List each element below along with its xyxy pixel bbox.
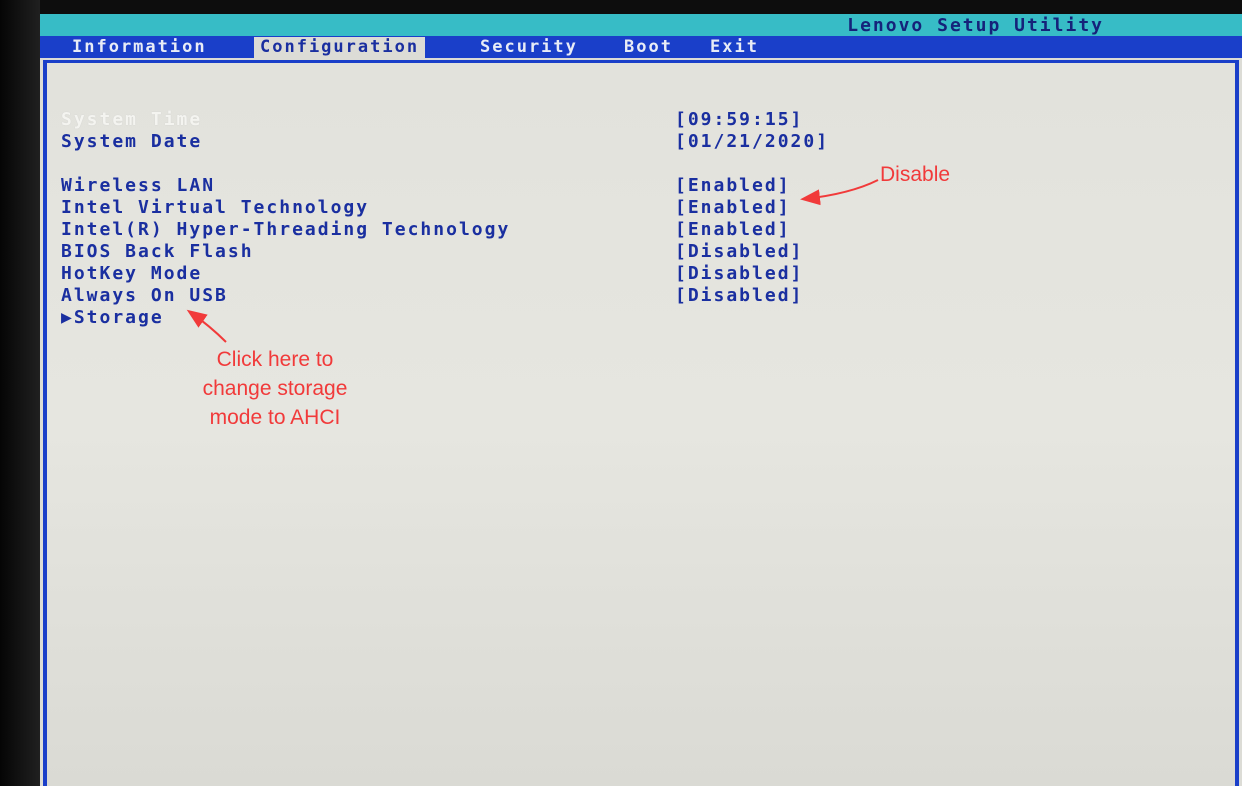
setting-label: BIOS Back Flash <box>61 241 254 262</box>
setting-label: Intel(R) Hyper-Threading Technology <box>61 219 511 240</box>
app-title: Lenovo Setup Utility <box>847 15 1104 36</box>
setting-value[interactable]: [Enabled] <box>675 219 791 241</box>
menu-bar: Information Configuration Security Boot … <box>40 36 1242 58</box>
annotation-line: mode to AHCI <box>209 406 341 429</box>
setting-label: HotKey Mode <box>61 263 203 284</box>
setting-label: Wireless LAN <box>61 175 216 196</box>
tab-configuration[interactable]: Configuration <box>254 37 426 58</box>
title-bar: Lenovo Setup Utility <box>40 14 1242 36</box>
setting-value[interactable]: [Disabled] <box>675 263 803 285</box>
setting-label: Always On USB <box>61 285 228 306</box>
annotation-storage-note: Click here to change storage mode to AHC… <box>180 345 370 432</box>
setting-value[interactable]: [Enabled] <box>675 175 791 197</box>
setting-value[interactable]: [09:59:15] <box>675 109 803 131</box>
submenu-label: ▶Storage <box>61 307 164 328</box>
annotation-disable: Disable <box>880 163 951 186</box>
annotation-line: change storage <box>202 377 348 400</box>
tab-information[interactable]: Information <box>72 37 207 58</box>
setting-value[interactable]: [Disabled] <box>675 285 803 307</box>
setting-value[interactable]: [Enabled] <box>675 197 791 219</box>
annotation-line: Click here to <box>216 348 334 371</box>
setting-label: System Time <box>61 109 203 130</box>
setting-value[interactable]: [Disabled] <box>675 241 803 263</box>
setting-value[interactable]: [01/21/2020] <box>675 131 829 153</box>
setting-label: System Date <box>61 131 203 152</box>
tab-exit[interactable]: Exit <box>710 37 759 58</box>
monitor-bezel-top <box>0 0 1242 14</box>
tab-boot[interactable]: Boot <box>624 37 673 58</box>
monitor-bezel-left <box>0 0 40 786</box>
tab-security[interactable]: Security <box>480 37 578 58</box>
setting-label: Intel Virtual Technology <box>61 197 370 218</box>
